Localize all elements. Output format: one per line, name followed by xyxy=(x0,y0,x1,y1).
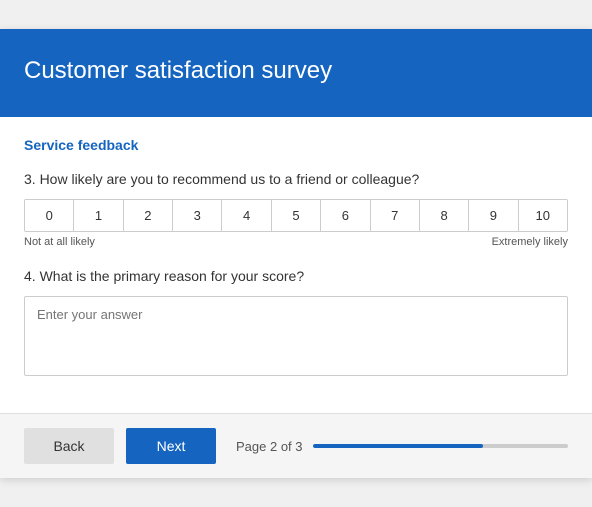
section-title: Service feedback xyxy=(24,137,568,153)
rating-low-label: Not at all likely xyxy=(24,236,95,248)
rating-cell-6[interactable]: 6 xyxy=(321,200,370,231)
survey-footer: Back Next Page 2 of 3 xyxy=(0,413,592,478)
page-indicator: Page 2 of 3 xyxy=(236,439,568,454)
rating-labels: Not at all likely Extremely likely xyxy=(24,236,568,248)
page-indicator-text: Page 2 of 3 xyxy=(236,439,303,454)
rating-cell-8[interactable]: 8 xyxy=(420,200,469,231)
rating-cell-5[interactable]: 5 xyxy=(272,200,321,231)
rating-cell-2[interactable]: 2 xyxy=(124,200,173,231)
answer-textarea[interactable] xyxy=(24,296,568,376)
rating-cell-9[interactable]: 9 xyxy=(469,200,518,231)
question-4-label: 4. What is the primary reason for your s… xyxy=(24,268,568,284)
rating-high-label: Extremely likely xyxy=(492,236,568,248)
question-3-section: 3. How likely are you to recommend us to… xyxy=(24,171,568,248)
question-4-section: 4. What is the primary reason for your s… xyxy=(24,268,568,381)
progress-bar-fill xyxy=(313,444,483,448)
progress-bar-track xyxy=(313,444,569,448)
rating-cell-10[interactable]: 10 xyxy=(519,200,567,231)
rating-cell-3[interactable]: 3 xyxy=(173,200,222,231)
next-button[interactable]: Next xyxy=(126,428,216,464)
rating-cell-1[interactable]: 1 xyxy=(74,200,123,231)
back-button[interactable]: Back xyxy=(24,428,114,464)
question-3-label: 3. How likely are you to recommend us to… xyxy=(24,171,568,187)
rating-cell-7[interactable]: 7 xyxy=(371,200,420,231)
rating-cell-4[interactable]: 4 xyxy=(222,200,271,231)
survey-title: Customer satisfaction survey xyxy=(24,57,568,85)
rating-scale: 0 1 2 3 4 5 6 7 8 9 10 xyxy=(24,199,568,232)
survey-container: Customer satisfaction survey Service fee… xyxy=(0,29,592,478)
survey-body: Service feedback 3. How likely are you t… xyxy=(0,117,592,413)
survey-header: Customer satisfaction survey xyxy=(0,29,592,117)
rating-cell-0[interactable]: 0 xyxy=(25,200,74,231)
